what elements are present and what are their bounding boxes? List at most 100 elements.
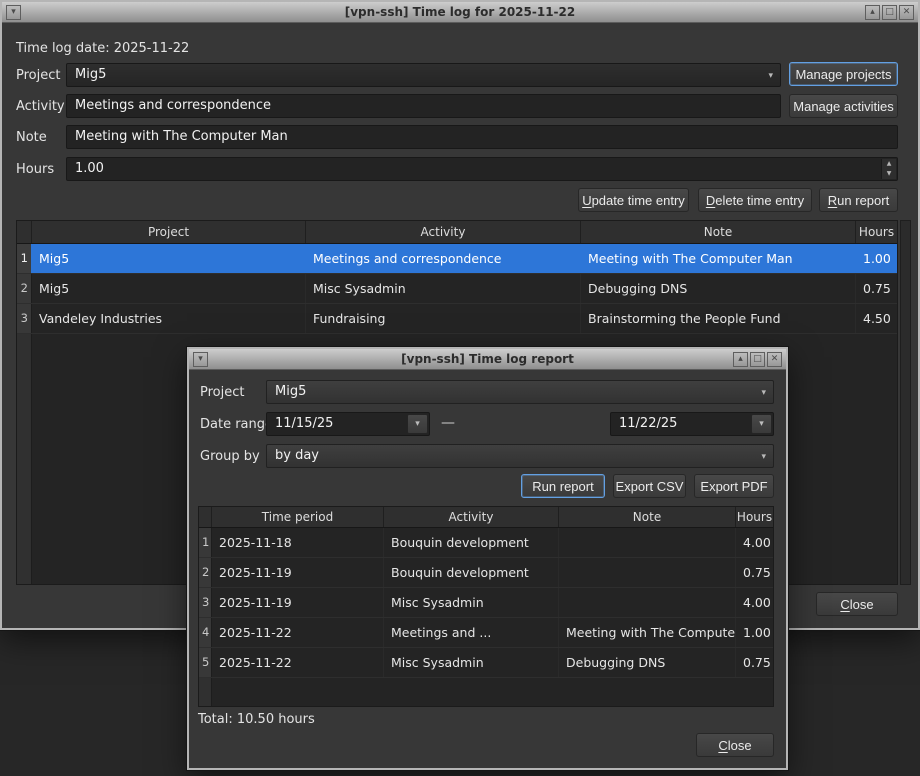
cell-activity: Misc Sysadmin [306,274,581,303]
chevron-down-icon: ▾ [761,382,766,404]
dialog-close-button[interactable]: Close [696,733,774,757]
cell-note: Meeting with The Computer... [559,618,736,647]
delete-time-entry-button[interactable]: Delete time entry [698,188,812,212]
time-log-date-label: Time log date: 2025-11-22 [16,41,189,56]
cell-activity: Misc Sysadmin [384,648,559,677]
run-report-button[interactable]: Run report [819,188,898,212]
table-header[interactable]: Project Activity Note Hours [17,221,897,244]
date-to-picker[interactable]: 11/22/25 ▾ [610,412,774,436]
table-row[interactable]: 22025-11-19Bouquin development0.75 [199,558,773,588]
cell-note: Brainstorming the People Fund [581,304,856,333]
row-number-header [17,221,32,243]
update-time-entry-button[interactable]: Update time entry [578,188,689,212]
date-range-label: Date range [200,417,273,432]
cell-hours: 4.50 [856,304,897,333]
date-to-value: 11/22/25 [619,416,677,431]
table-row[interactable]: 2Mig5Misc SysadminDebugging DNS0.75 [17,274,897,304]
calendar-dropdown-icon[interactable]: ▾ [407,414,428,434]
cell-period: 2025-11-22 [212,648,384,677]
group-by-combobox[interactable]: by day ▾ [266,444,774,468]
cell-hours: 4.00 [736,528,773,557]
title-bar[interactable]: ▾ [vpn-ssh] Time log for 2025-11-22 ▴ □ … [2,2,918,23]
spin-down-icon[interactable]: ▼ [882,169,896,179]
table-row[interactable]: 3Vandeley IndustriesFundraisingBrainstor… [17,304,897,334]
project-value: Mig5 [75,67,106,82]
spinner-buttons[interactable]: ▲ ▼ [881,159,896,179]
maximize-window-icon[interactable]: □ [750,352,765,367]
column-header-note[interactable]: Note [581,221,856,243]
column-header-activity[interactable]: Activity [306,221,581,243]
export-pdf-button[interactable]: Export PDF [694,474,774,498]
note-label: Note [16,130,47,145]
window-menu-icon[interactable]: ▾ [6,5,21,20]
row-number: 2 [17,274,32,303]
cell-note: Debugging DNS [581,274,856,303]
table-row[interactable]: 42025-11-22Meetings and ...Meeting with … [199,618,773,648]
note-value: Meeting with The Computer Man [75,129,288,144]
shade-window-icon[interactable]: ▴ [733,352,748,367]
vertical-scrollbar[interactable] [900,220,911,585]
report-table[interactable]: Time period Activity Note Hours 1 2025-11… [198,506,774,707]
close-window-icon[interactable]: ✕ [899,5,914,20]
row-number: 1 [199,528,212,557]
chevron-down-icon: ▾ [761,446,766,468]
window-title: [vpn-ssh] Time log for 2025-11-22 [2,2,918,23]
activity-input[interactable]: Meetings and correspondence [66,94,781,118]
project-label: Project [16,68,60,83]
hours-label: Hours [16,162,54,177]
cell-activity: Bouquin development [384,528,559,557]
cell-activity: Bouquin development [384,558,559,587]
date-from-picker[interactable]: 11/15/25 ▾ [266,412,430,436]
row-number: 2 [199,558,212,587]
column-header-project[interactable]: Project [32,221,306,243]
manage-projects-button[interactable]: Manage projects [789,62,898,86]
cell-activity: Fundraising [306,304,581,333]
table-row[interactable]: 32025-11-19Misc Sysadmin4.00 [199,588,773,618]
column-header-note[interactable]: Note [559,507,736,527]
report-run-button[interactable]: Run report [521,474,605,498]
table-empty-area [199,678,773,706]
table-row[interactable]: 12025-11-18Bouquin development4.00 [199,528,773,558]
activity-label: Activity [16,99,65,114]
cell-hours: 0.75 [736,648,773,677]
report-table-header[interactable]: Time period Activity Note Hours [199,507,773,528]
cell-activity: Misc Sysadmin [384,588,559,617]
cell-activity: Meetings and ... [384,618,559,647]
cell-note [559,528,736,557]
manage-activities-button[interactable]: Manage activities [789,94,898,118]
table-row[interactable]: 1Mig5Meetings and correspondenceMeeting … [17,244,897,274]
cell-period: 2025-11-22 [212,618,384,647]
spin-up-icon[interactable]: ▲ [882,159,896,169]
export-csv-button[interactable]: Export CSV [613,474,686,498]
project-combobox[interactable]: Mig5 ▾ [66,63,781,87]
cell-note: Meeting with The Computer Man [581,244,856,273]
hours-value: 1.00 [75,161,104,176]
cell-hours: 1.00 [736,618,773,647]
column-header-time-period[interactable]: Time period [212,507,384,527]
chevron-down-icon: ▾ [768,65,773,87]
cell-hours: 0.75 [736,558,773,587]
dialog-title-bar[interactable]: ▾ [vpn-ssh] Time log report ▴ □ ✕ [189,349,786,370]
close-window-icon[interactable]: ✕ [767,352,782,367]
column-header-hours[interactable]: Hours [736,507,773,527]
cell-hours: 4.00 [736,588,773,617]
note-input[interactable]: Meeting with The Computer Man [66,125,898,149]
cell-project: Mig5 [32,244,306,273]
close-button[interactable]: Close [816,592,898,616]
activity-value: Meetings and correspondence [75,98,271,113]
shade-window-icon[interactable]: ▴ [865,5,880,20]
table-row[interactable]: 52025-11-22Misc SysadminDebugging DNS0.7… [199,648,773,678]
maximize-window-icon[interactable]: □ [882,5,897,20]
column-header-activity[interactable]: Activity [384,507,559,527]
dialog-title: [vpn-ssh] Time log report [189,349,786,370]
column-header-hours[interactable]: Hours [856,221,897,243]
hours-spinbox[interactable]: 1.00 ▲ ▼ [66,157,898,181]
group-by-label: Group by [200,449,260,464]
report-project-combobox[interactable]: Mig5 ▾ [266,380,774,404]
cell-note [559,588,736,617]
row-number: 3 [199,588,212,617]
calendar-dropdown-icon[interactable]: ▾ [751,414,772,434]
cell-project: Mig5 [32,274,306,303]
window-menu-icon[interactable]: ▾ [193,352,208,367]
cell-hours: 0.75 [856,274,897,303]
